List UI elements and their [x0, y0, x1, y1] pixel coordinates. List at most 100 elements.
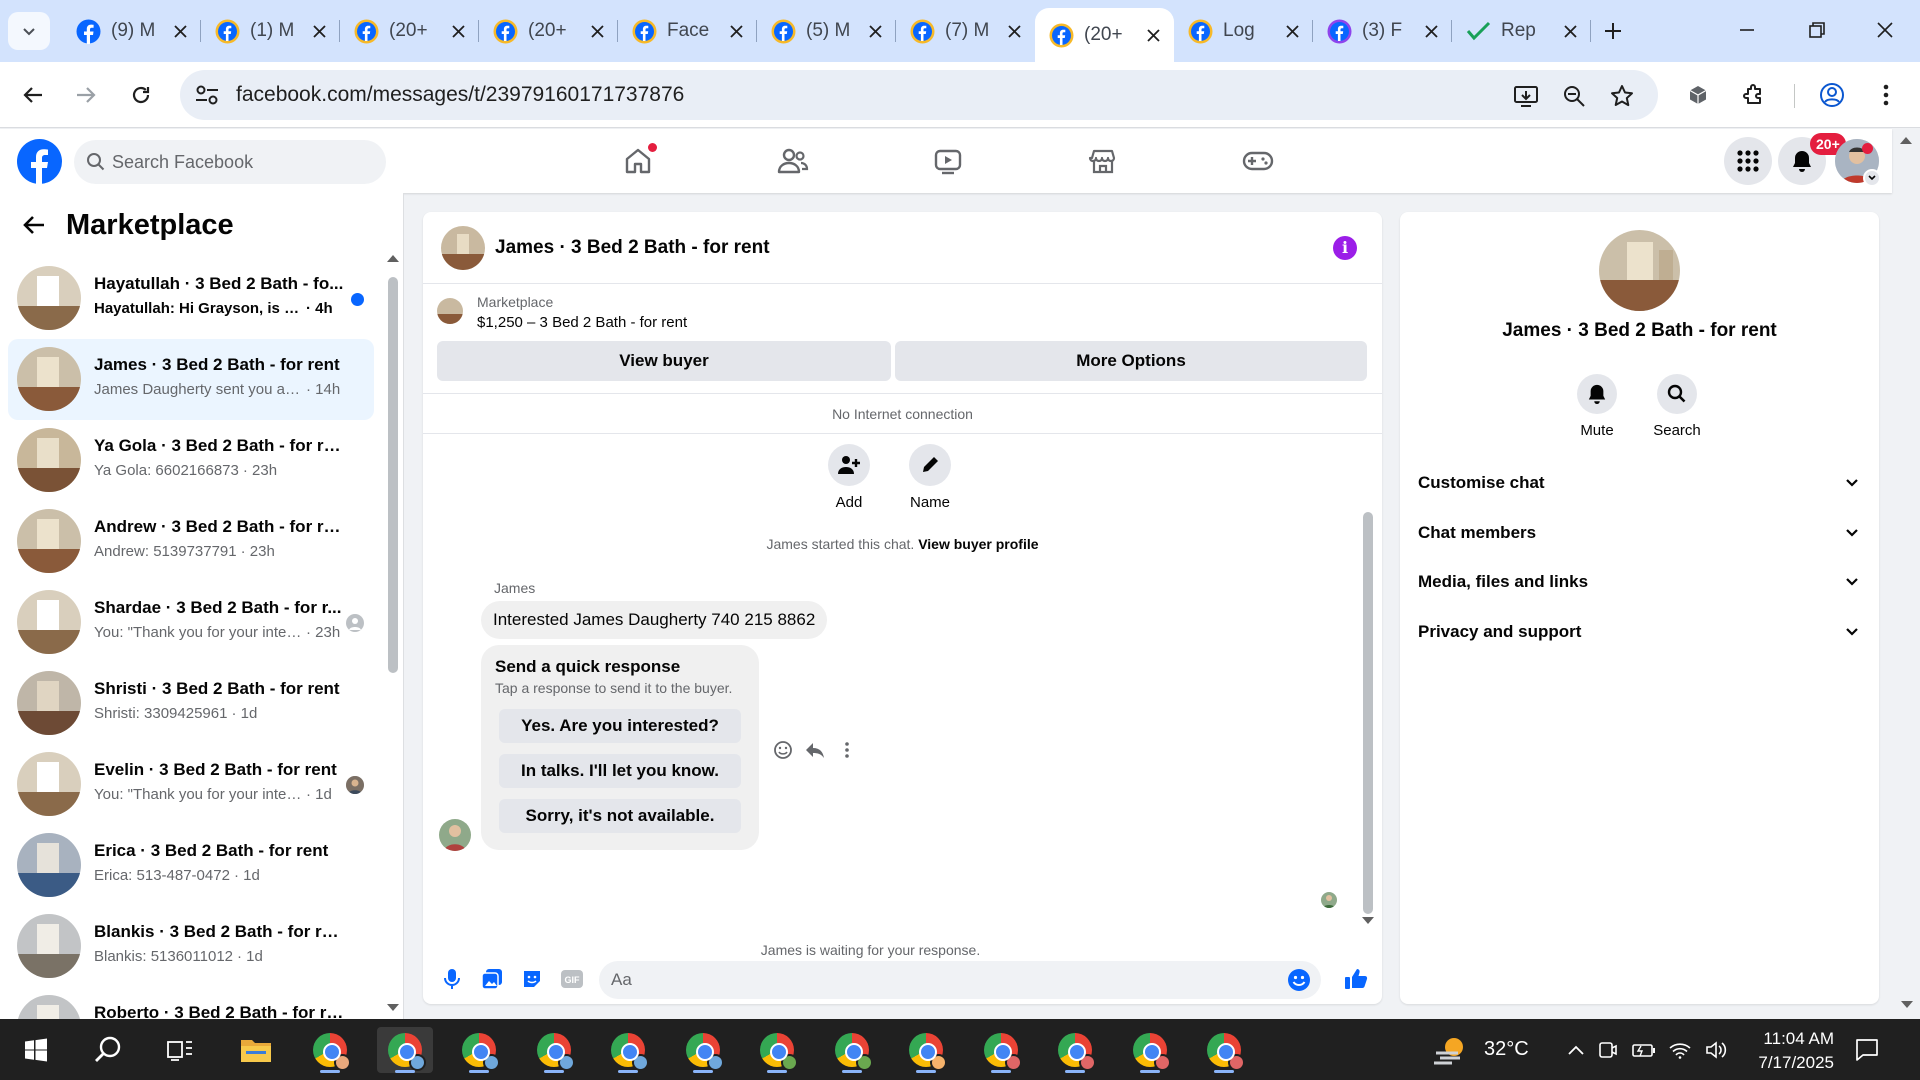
like-button[interactable]: [1341, 964, 1371, 994]
chat-list-item[interactable]: Shardae · 3 Bed 2 Bath - for r... You: "T…: [8, 582, 374, 663]
emoji-icon[interactable]: [1287, 968, 1311, 992]
chrome-taskbar-button[interactable]: [675, 1027, 731, 1073]
facebook-logo-icon[interactable]: [17, 139, 62, 184]
close-tab-button[interactable]: [1420, 20, 1442, 42]
battery-button[interactable]: [1626, 1042, 1662, 1058]
message-input-box[interactable]: [599, 961, 1321, 999]
install-app-icon[interactable]: [1512, 82, 1540, 110]
message-input[interactable]: [611, 961, 1251, 999]
customise-chat-section[interactable]: Customise chat: [1408, 461, 1870, 505]
profile-icon[interactable]: [1818, 81, 1846, 109]
chrome-taskbar-button[interactable]: [749, 1027, 805, 1073]
close-tab-button[interactable]: [1281, 20, 1303, 42]
close-tab-button[interactable]: [586, 20, 608, 42]
voice-clip-button[interactable]: [437, 964, 467, 994]
address-bar[interactable]: facebook.com/messages/t/2397916017173787…: [180, 70, 1658, 120]
chat-list-item[interactable]: Erica · 3 Bed 2 Bath - for rent Erica: 51…: [8, 825, 374, 906]
minimize-button[interactable]: [1720, 10, 1774, 50]
meet-now-button[interactable]: [1590, 1040, 1626, 1060]
chrome-taskbar-button[interactable]: [824, 1027, 880, 1073]
chat-list-item[interactable]: Shristi · 3 Bed 2 Bath - for rent Shristi…: [8, 663, 374, 744]
message-bubble[interactable]: Interested James Daugherty 740 215 8862: [481, 601, 828, 639]
attach-photo-button[interactable]: [477, 964, 507, 994]
name-action[interactable]: Name: [890, 444, 970, 511]
browser-tab[interactable]: (1) M: [201, 8, 340, 54]
network-button[interactable]: [1662, 1041, 1698, 1059]
menu-button[interactable]: [1724, 137, 1772, 185]
taskbar-search-button[interactable]: [80, 1027, 136, 1073]
new-tab-button[interactable]: [1596, 14, 1630, 48]
chrome-menu-icon[interactable]: [1872, 81, 1900, 109]
browser-tab[interactable]: Log: [1174, 8, 1313, 54]
task-view-button[interactable]: [152, 1027, 208, 1073]
taskbar-clock[interactable]: 11:04 AM 7/17/2025: [1726, 1027, 1834, 1075]
listing-thumbnail[interactable]: [437, 298, 463, 324]
account-menu-button[interactable]: [1863, 169, 1881, 187]
conversation-scroll-down-arrow[interactable]: [1361, 916, 1375, 926]
react-button[interactable]: [770, 737, 796, 763]
close-tab-button[interactable]: [1559, 20, 1581, 42]
quick-response-option[interactable]: Sorry, it's not available.: [499, 799, 741, 833]
gif-button[interactable]: GIF: [557, 964, 587, 994]
notification-center-button[interactable]: [1842, 1027, 1892, 1073]
back-button[interactable]: [12, 74, 54, 116]
chat-list-item[interactable]: Ya Gola · 3 Bed 2 Bath - for rent Ya Gola…: [8, 420, 374, 501]
chrome-taskbar-button[interactable]: [973, 1027, 1029, 1073]
view-buyer-profile-link[interactable]: View buyer profile: [918, 536, 1038, 552]
back-arrow-icon[interactable]: [22, 213, 46, 237]
chat-list-scrollbar[interactable]: [388, 277, 398, 673]
view-buyer-button[interactable]: View buyer: [437, 341, 891, 381]
listing-price-title[interactable]: $1,250 – 3 Bed 2 Bath - for rent: [477, 314, 687, 331]
chrome-taskbar-button[interactable]: [376, 1027, 433, 1073]
browser-tab[interactable]: (20+: [1035, 8, 1174, 62]
conversation-avatar[interactable]: [441, 226, 485, 270]
close-tab-button[interactable]: [864, 20, 886, 42]
tab-search-button[interactable]: [8, 12, 50, 50]
more-actions-button[interactable]: [834, 737, 860, 763]
close-window-button[interactable]: [1858, 10, 1912, 50]
browser-tab[interactable]: (20+: [340, 8, 479, 54]
media-files-links-section[interactable]: Media, files and links: [1408, 560, 1870, 604]
mute-action[interactable]: Mute: [1562, 374, 1632, 439]
chrome-taskbar-button[interactable]: [451, 1027, 507, 1073]
chat-list-item[interactable]: James · 3 Bed 2 Bath - for rent James Dau…: [8, 339, 374, 420]
forward-button[interactable]: [65, 74, 107, 116]
quick-response-option[interactable]: In talks. I'll let you know.: [499, 754, 741, 788]
browser-tab[interactable]: Rep: [1452, 8, 1591, 54]
conversation-title[interactable]: James · 3 Bed 2 Bath - for rent: [495, 237, 770, 259]
chat-list-item[interactable]: Evelin · 3 Bed 2 Bath - for rent You: "Th…: [8, 744, 374, 825]
nav-marketplace[interactable]: [1083, 141, 1123, 181]
search-in-chat-action[interactable]: Search: [1642, 374, 1712, 439]
close-tab-button[interactable]: [308, 20, 330, 42]
nav-video[interactable]: [928, 141, 968, 181]
chat-members-section[interactable]: Chat members: [1408, 511, 1870, 555]
chat-list-item[interactable]: Andrew · 3 Bed 2 Bath - for rent Andrew: …: [8, 501, 374, 582]
close-tab-button[interactable]: [447, 20, 469, 42]
nav-friends[interactable]: [773, 141, 813, 181]
chrome-taskbar-button[interactable]: [1196, 1027, 1252, 1073]
chrome-taskbar-button[interactable]: [1122, 1027, 1178, 1073]
conversation-scrollbar[interactable]: [1363, 512, 1373, 914]
url-text[interactable]: facebook.com/messages/t/2397916017173787…: [236, 83, 684, 107]
start-button[interactable]: [8, 1027, 64, 1073]
extensions-puzzle-icon[interactable]: [1740, 81, 1768, 109]
browser-tab[interactable]: (7) M: [896, 8, 1035, 54]
browser-tab[interactable]: (5) M: [757, 8, 896, 54]
chat-list-scroll-up-arrow[interactable]: [386, 253, 400, 263]
facebook-search-box[interactable]: [74, 140, 386, 184]
browser-tab[interactable]: (3) F: [1313, 8, 1452, 54]
chat-list-item[interactable]: Blankis · 3 Bed 2 Bath - for rent Blankis…: [8, 906, 374, 987]
tray-overflow-button[interactable]: [1562, 1045, 1590, 1055]
page-scroll-up-arrow[interactable]: [1899, 135, 1913, 145]
restore-button[interactable]: [1790, 10, 1844, 50]
reply-button[interactable]: [802, 737, 828, 763]
extension-cube-icon[interactable]: [1684, 81, 1712, 109]
bookmark-star-icon[interactable]: [1608, 82, 1636, 110]
site-settings-icon[interactable]: [194, 83, 220, 107]
chrome-taskbar-button[interactable]: [898, 1027, 954, 1073]
chrome-taskbar-button[interactable]: [302, 1027, 358, 1073]
browser-tab[interactable]: (9) M: [62, 8, 201, 54]
chrome-taskbar-button[interactable]: [526, 1027, 582, 1073]
browser-tab[interactable]: (20+: [479, 8, 618, 54]
sticker-button[interactable]: [517, 964, 547, 994]
